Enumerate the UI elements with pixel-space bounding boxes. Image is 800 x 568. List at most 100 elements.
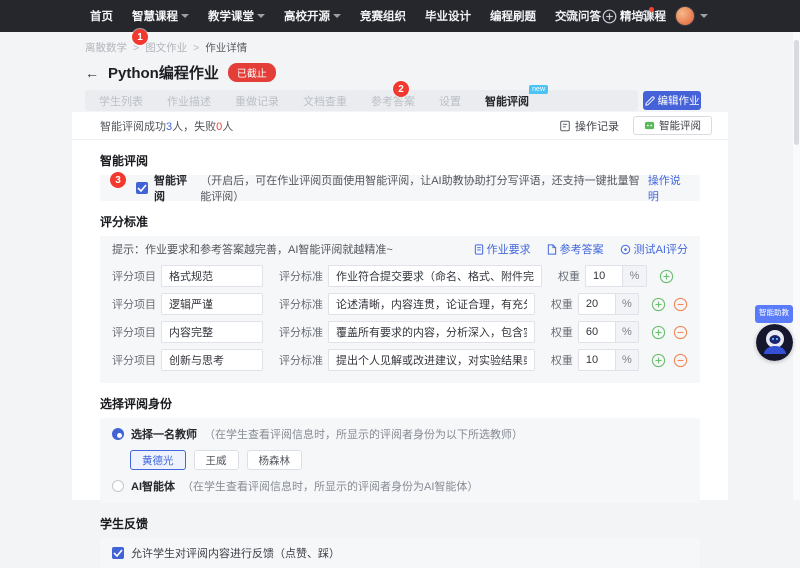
target-icon (620, 244, 631, 255)
breadcrumb-separator: > (193, 42, 199, 54)
ai-assistant-label[interactable]: 智能助教 (755, 305, 793, 323)
page-icon (547, 244, 557, 255)
reference-answer-link[interactable]: 参考答案 (547, 241, 604, 257)
notification-dot (649, 7, 654, 12)
criteria-row: 评分项目 评分标准 权重 % (100, 290, 700, 318)
test-ai-scoring-link[interactable]: 测试AI评分 (620, 241, 688, 257)
tabbar: 学生列表 作业描述 重做记录 文档查重 参考答案 设置 智能评阅new (85, 90, 638, 111)
teacher-chips: 黄德光 王威 杨森林 (100, 442, 700, 470)
criteria-standard-input[interactable] (328, 265, 542, 287)
page-title: Python编程作业 (108, 62, 219, 83)
notification-bell-icon[interactable] (638, 8, 654, 24)
top-navbar: 首页 智慧课程 教学课堂 高校开源 竞赛组织 毕业设计 编程刷题 交流问答 精培… (0, 0, 800, 32)
search-icon[interactable] (564, 8, 580, 24)
nav-teaching-class[interactable]: 教学课堂 (208, 8, 265, 24)
chevron-down-icon (700, 14, 708, 18)
tab-assignment-desc[interactable]: 作业描述 (167, 93, 211, 109)
percent-suffix: % (616, 293, 639, 315)
section-title-feedback: 学生反馈 (100, 515, 728, 532)
remove-row-icon[interactable] (673, 325, 688, 340)
remove-row-icon[interactable] (673, 297, 688, 312)
nav-smart-course[interactable]: 智慧课程 (132, 8, 189, 24)
scrollbar-thumb[interactable] (794, 40, 799, 145)
criteria-panel: 提示：作业要求和参考答案越完善，AI智能评阅就越精准~ 作业要求 参考答案 测试… (100, 236, 700, 383)
main-card: 智能评阅成功3人，失败0人 操作记录 智能评阅 智能评阅 智能评阅 （开启后，可… (72, 112, 728, 500)
criteria-standard-input[interactable] (328, 293, 535, 315)
tab-redo-records[interactable]: 重做记录 (235, 93, 279, 109)
operation-guide-link[interactable]: 操作说明 (648, 172, 688, 204)
feedback-toggle-row: 允许学生对评阅内容进行反馈（点赞、踩） (100, 538, 700, 568)
criteria-item-input[interactable] (161, 321, 263, 343)
ai-review-button[interactable]: 智能评阅 (633, 116, 712, 135)
tab-doc-plagiarism[interactable]: 文档查重 (303, 93, 347, 109)
ai-review-status-text: 智能评阅成功3人，失败0人 (100, 118, 559, 134)
edit-pencil-icon (645, 96, 655, 106)
criteria-standard-input[interactable] (328, 349, 535, 371)
add-row-icon[interactable] (659, 269, 674, 284)
criteria-row: 评分项目 评分标准 权重 % (100, 346, 700, 374)
ai-review-checkbox-label: 智能评阅 (154, 172, 194, 204)
breadcrumb-assignment-list[interactable]: 图文作业 (145, 40, 187, 55)
section-title-ai-review: 智能评阅 (100, 152, 728, 169)
criteria-item-input[interactable] (161, 265, 263, 287)
teacher-radio[interactable] (112, 428, 124, 440)
edit-assignment-button[interactable]: 编辑作业 (643, 91, 701, 110)
criteria-weight-input[interactable] (578, 321, 616, 343)
operation-log-button[interactable]: 操作记录 (559, 118, 619, 134)
ai-identity-radio[interactable] (112, 480, 124, 492)
criteria-item-input[interactable] (161, 293, 263, 315)
ai-review-desc: （开启后，可在作业评阅页面使用智能评阅，让AI助教协助打分写评语，还支持一键批量… (200, 172, 642, 204)
chevron-down-icon (257, 14, 265, 18)
ai-review-status-row: 智能评阅成功3人，失败0人 操作记录 智能评阅 (72, 112, 728, 140)
ai-robot-icon (644, 120, 655, 131)
ai-review-checkbox[interactable] (136, 182, 148, 194)
add-row-icon[interactable] (651, 297, 666, 312)
remove-row-icon[interactable] (673, 353, 688, 368)
document-icon (474, 244, 484, 255)
nav-coding-practice[interactable]: 编程刷题 (490, 8, 536, 24)
annotation-circle-1: 1 (132, 29, 148, 45)
criteria-row: 评分项目 评分标准 权重 % (100, 318, 700, 346)
annotation-circle-2: 2 (393, 81, 409, 97)
percent-suffix: % (616, 321, 639, 343)
criteria-item-input[interactable] (161, 349, 263, 371)
criteria-weight-input[interactable] (585, 265, 623, 287)
nav-open-source[interactable]: 高校开源 (284, 8, 341, 24)
breadcrumb-course[interactable]: 离散数学 (85, 40, 127, 55)
teacher-chip-selected[interactable]: 黄德光 (130, 450, 186, 470)
nav-graduation[interactable]: 毕业设计 (425, 8, 471, 24)
tab-student-list[interactable]: 学生列表 (99, 93, 143, 109)
feedback-checkbox[interactable] (112, 547, 124, 559)
criteria-standard-input[interactable] (328, 321, 535, 343)
tab-ai-review[interactable]: 智能评阅new (485, 93, 529, 109)
assignment-requirements-link[interactable]: 作业要求 (474, 241, 531, 257)
percent-suffix: % (623, 265, 647, 287)
teacher-chip[interactable]: 王威 (194, 450, 239, 470)
ai-assistant-avatar[interactable] (756, 324, 793, 361)
chevron-down-icon (181, 14, 189, 18)
ai-review-toggle-row: 智能评阅 （开启后，可在作业评阅页面使用智能评阅，让AI助教协助打分写评语，还支… (100, 175, 700, 201)
robot-avatar-icon (756, 324, 793, 361)
ai-identity-option-row: AI智能体 （在学生查看评阅信息时，所显示的评阅者身份为AI智能体） (100, 470, 700, 494)
add-row-icon[interactable] (651, 353, 666, 368)
percent-suffix: % (616, 349, 639, 371)
add-row-icon[interactable] (651, 325, 666, 340)
title-row: ← Python编程作业 已截止 (85, 62, 276, 83)
navbar-right (564, 0, 708, 32)
back-arrow-icon[interactable]: ← (85, 65, 99, 81)
teacher-option-row: 选择一名教师 （在学生查看评阅信息时，所显示的评阅者身份为以下所选教师） (100, 418, 700, 442)
new-badge: new (529, 85, 548, 94)
nav-home[interactable]: 首页 (90, 8, 113, 24)
tab-reference-answer[interactable]: 参考答案 (371, 93, 415, 109)
criteria-weight-input[interactable] (578, 293, 616, 315)
criteria-hint: 提示：作业要求和参考答案越完善，AI智能评阅就越精准~ (112, 241, 474, 257)
feedback-panel: 允许学生对评阅内容进行反馈（点赞、踩） (100, 538, 700, 568)
tab-settings[interactable]: 设置 (439, 93, 461, 109)
add-icon[interactable] (601, 8, 617, 24)
status-badge: 已截止 (228, 63, 276, 82)
nav-competition[interactable]: 竞赛组织 (360, 8, 406, 24)
user-menu[interactable] (675, 6, 708, 26)
criteria-weight-input[interactable] (578, 349, 616, 371)
teacher-chip[interactable]: 杨森林 (247, 450, 303, 470)
chevron-down-icon (333, 14, 341, 18)
